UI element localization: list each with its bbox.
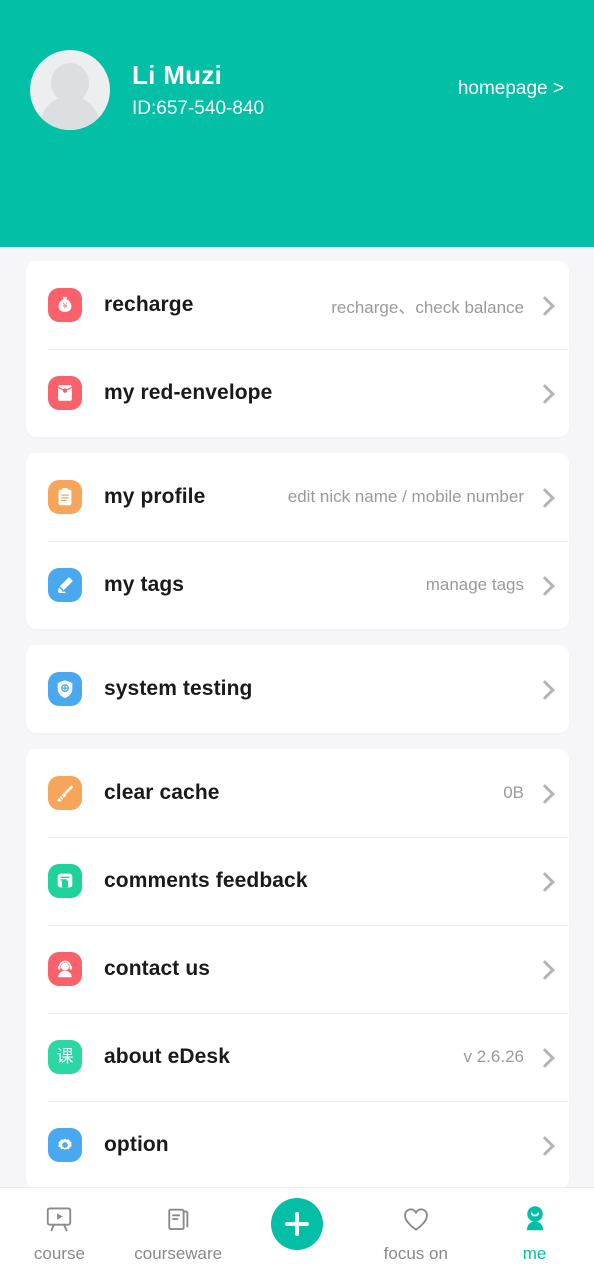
list-item[interactable]: comments feedback [26,837,569,925]
avatar-body-shape [40,96,100,130]
app-logo-glyph: 课 [56,1046,74,1067]
chevron-right-icon [538,679,549,699]
settings-list[interactable]: ¥ recharge recharge、check balance my red-en… [0,247,594,1280]
list-item[interactable]: system testing [26,645,569,733]
list-item-trailing: edit nick name / mobile number [288,487,549,507]
list-item[interactable]: clear cache 0B [26,749,569,837]
tab-course[interactable]: course [0,1200,119,1264]
chevron-right-icon [538,487,549,507]
list-item-label: recharge [104,293,194,316]
settings-card: ¥ recharge recharge、check balance my red-en… [26,261,569,437]
profile-header: Li Muzi ID:657-540-840 homepage > [0,0,594,247]
tab-focus-on-label: focus on [383,1244,448,1263]
heart-icon [401,1200,431,1238]
list-item-label: contact us [104,957,211,980]
chevron-right-icon [538,1135,549,1155]
tab-courseware[interactable]: courseware [119,1200,238,1264]
tab-add-button[interactable] [238,1198,357,1250]
tab-me-label: me [522,1244,547,1263]
list-item[interactable]: 课 about eDesk v 2.6.26 [26,1013,569,1101]
clipboard-icon [48,480,82,514]
headset-support-icon [48,952,82,986]
list-item[interactable]: my red-envelope [26,349,569,437]
gear-icon [48,1128,82,1162]
list-item-value: 0B [503,783,524,802]
pencil-icon [48,568,82,602]
chevron-right-icon [538,783,549,803]
list-item-trailing [524,959,549,979]
list-item-trailing [524,871,549,891]
list-item-label: comments feedback [104,869,308,892]
tab-focus-on[interactable]: focus on [356,1200,475,1264]
tab-course-label: course [33,1244,85,1263]
app-logo-icon: 课 [48,1040,82,1074]
list-item-label: system testing [104,677,253,700]
list-item-trailing: v 2.6.26 [464,1047,550,1067]
list-item[interactable]: my profile edit nick name / mobile number [26,453,569,541]
homepage-link[interactable]: homepage > [458,78,564,100]
list-item[interactable]: my tags manage tags [26,541,569,629]
bottom-tabbar[interactable]: course courseware focus on me [0,1187,594,1280]
person-avatar-icon [520,1200,550,1238]
chevron-right-icon [538,1047,549,1067]
courseware-document-icon [163,1200,193,1238]
list-item-value: recharge、check balance [331,297,524,317]
chevron-right-icon [538,295,549,315]
feedback-message-icon [48,864,82,898]
list-item[interactable]: option [26,1101,569,1189]
list-item[interactable]: ¥ recharge recharge、check balance [26,261,569,349]
tab-me[interactable]: me [475,1200,594,1264]
list-item-label: clear cache [104,781,220,804]
user-identity: Li Muzi ID:657-540-840 [132,40,264,122]
whiteboard-play-icon [44,1200,74,1238]
user-id: ID:657-540-840 [132,98,265,119]
list-item-value: manage tags [425,575,524,594]
money-bag-icon: ¥ [48,288,82,322]
avatar[interactable] [30,50,110,130]
shield-check-icon [48,672,82,706]
red-envelope-icon [48,376,82,410]
list-item-label: about eDesk [104,1045,230,1068]
tab-courseware-label: courseware [134,1244,223,1263]
chevron-right-icon [538,383,549,403]
broom-icon [48,776,82,810]
chevron-right-icon [538,871,549,891]
list-item-trailing: 0B [503,783,549,803]
list-item-label: my profile [104,485,206,508]
list-item[interactable]: contact us [26,925,569,1013]
list-item-trailing [524,383,549,403]
plus-icon[interactable] [270,1198,323,1250]
svg-text:¥: ¥ [63,302,68,311]
list-item-trailing: manage tags [426,575,549,595]
list-item-label: option [104,1133,169,1156]
list-item-trailing [524,679,549,699]
chevron-right-icon [538,959,549,979]
chevron-right-icon [538,575,549,595]
list-item-value: edit nick name / mobile number [287,487,524,506]
list-item-trailing: recharge、check balance [331,293,549,318]
settings-card: system testing [26,645,569,733]
settings-card: my profile edit nick name / mobile number… [26,453,569,629]
settings-card: clear cache 0B comments feedback contact us… [26,749,569,1189]
list-item-label: my red-envelope [104,381,273,404]
list-item-trailing [524,1135,549,1155]
list-item-value: v 2.6.26 [463,1047,525,1066]
list-item-label: my tags [104,573,185,596]
user-name: Li Muzi [132,60,223,90]
